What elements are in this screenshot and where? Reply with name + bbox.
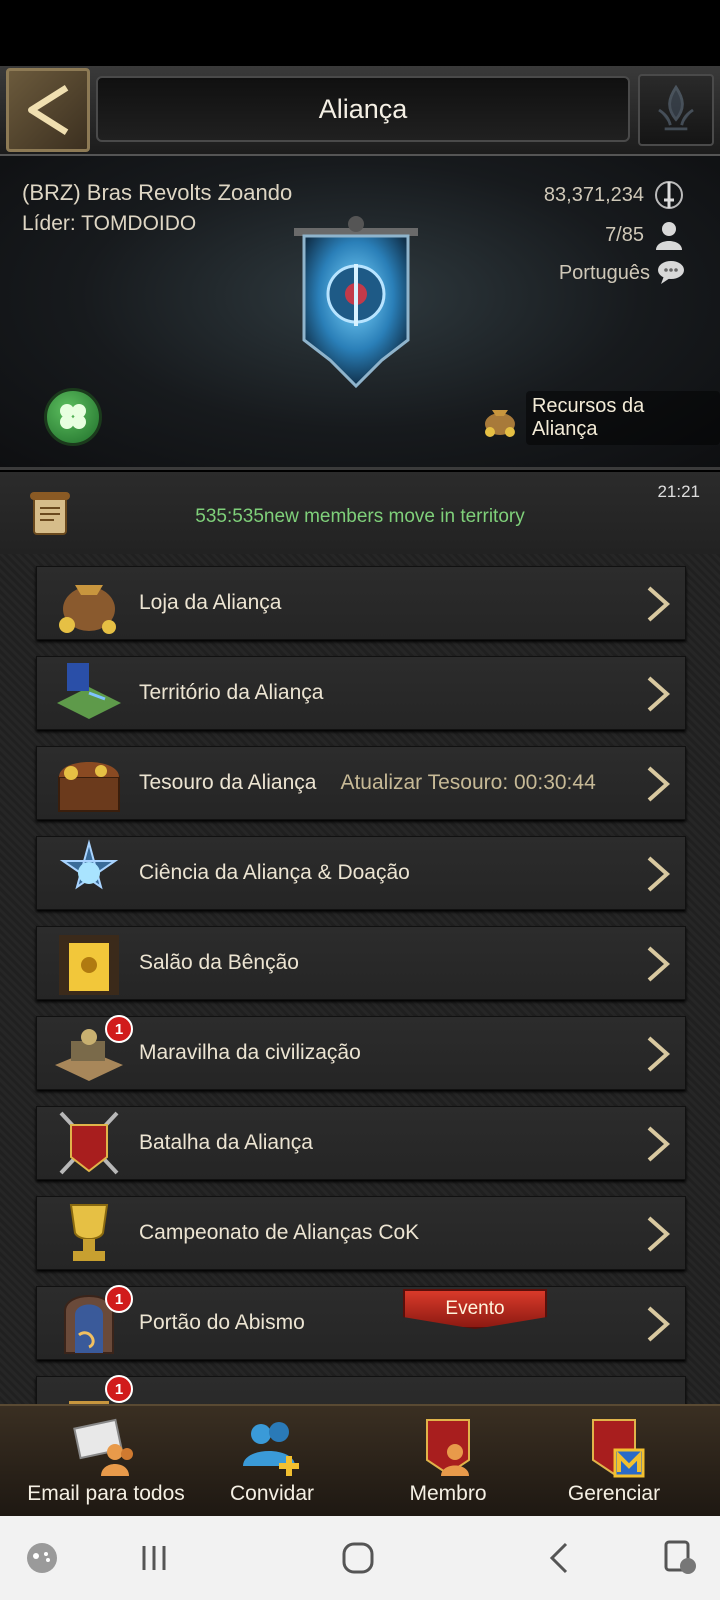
menu-item-alliance-science[interactable]: Ciência da Aliança & Doação: [36, 836, 686, 910]
tab-label: Gerenciar: [567, 1482, 661, 1505]
territory-map-icon: [49, 657, 129, 729]
menu-item-partial[interactable]: 1: [36, 1375, 686, 1404]
emblem-button[interactable]: [638, 74, 714, 146]
status-bar: [0, 0, 720, 66]
resource-sack-icon: [484, 410, 515, 437]
accessibility-button[interactable]: [660, 1538, 700, 1578]
menu-item-alliance-treasure[interactable]: Tesouro da Aliança Atualizar Tesouro: 00…: [36, 746, 686, 820]
menu-item-civilization-wonder[interactable]: 1 Maravilha da civilização: [36, 1015, 686, 1090]
power-stat: 83,371,234: [544, 178, 686, 212]
alliance-resources-label: Recursos da Aliança: [525, 391, 720, 445]
alliance-banner-icon[interactable]: [286, 210, 426, 400]
member-icon: [413, 1416, 483, 1478]
alliance-resources-button[interactable]: Recursos da Aliança: [480, 391, 720, 445]
chevron-right-icon: [647, 946, 671, 982]
menu-label: Ciência da Aliança & Doação: [139, 861, 410, 884]
menu-label: Tesouro da Aliança: [139, 771, 317, 794]
gamepad-icon: [27, 1543, 57, 1573]
menu-item-cok-championship[interactable]: Campeonato de Alianças CoK: [36, 1196, 686, 1270]
home-icon: [342, 1542, 374, 1574]
manage-icon: [579, 1416, 649, 1478]
back-button[interactable]: [6, 68, 90, 152]
sword-power-icon: [655, 181, 683, 209]
chevron-right-icon: [647, 766, 671, 802]
members-value: 7/85: [605, 223, 644, 246]
chevron-right-icon: [647, 1216, 671, 1252]
tab-label: Membro: [409, 1482, 487, 1505]
alliance-menu: Loja da Aliança Território da Aliança Te…: [0, 554, 720, 1404]
recents-icon: [142, 1546, 166, 1570]
chevron-right-icon: [647, 1126, 671, 1162]
menu-label: Batalha da Aliança: [139, 1131, 313, 1154]
chat-bubble-icon: [658, 261, 684, 284]
recents-button[interactable]: [134, 1538, 174, 1578]
partial-item-icon: 1: [49, 1375, 133, 1404]
system-nav-bar: [0, 1516, 720, 1600]
abyss-gate-icon: 1: [49, 1285, 133, 1359]
back-nav-icon: [549, 1542, 568, 1574]
trophy-icon: [49, 1197, 129, 1269]
members-stat: 7/85: [605, 218, 686, 252]
menu-label: Salão da Bênção: [139, 951, 299, 974]
title-bar: Aliança: [0, 66, 720, 156]
chevron-right-icon: [647, 1036, 671, 1072]
clover-icon: [60, 404, 86, 429]
alliance-leader: Líder: TOMDOIDO: [22, 212, 197, 235]
menu-item-alliance-territory[interactable]: Território da Aliança: [36, 656, 686, 730]
tab-member[interactable]: Membro: [358, 1416, 538, 1516]
language-stat: Português: [559, 256, 690, 290]
treasure-chest-icon: [49, 747, 129, 819]
battle-shield-icon: [49, 1107, 129, 1179]
menu-item-blessing-hall[interactable]: Salão da Bênção: [36, 926, 686, 1000]
alliance-name: (BRZ) Bras Revolts Zoando: [22, 180, 293, 205]
treasure-refresh-timer: Atualizar Tesouro: 00:30:44: [340, 771, 596, 794]
menu-label: Loja da Aliança: [139, 591, 282, 614]
shop-bag-icon: [49, 567, 129, 639]
page-title: Aliança: [318, 93, 408, 124]
person-icon: [656, 222, 682, 250]
science-star-icon: [49, 837, 129, 909]
bottom-tab-bar: Email para todos Convidar Membro Gerenci…: [0, 1404, 720, 1516]
chevron-right-icon: [647, 676, 671, 712]
game-launcher-button[interactable]: [22, 1538, 62, 1578]
tab-label: Email para todos: [27, 1482, 185, 1505]
notification-badge: 1: [105, 1015, 133, 1043]
alliance-header: (BRZ) Bras Revolts Zoando Líder: TOMDOID…: [0, 156, 720, 470]
event-tag: Evento: [403, 1289, 547, 1329]
home-button[interactable]: [338, 1538, 378, 1578]
menu-item-abyss-gate[interactable]: 1 Portão do Abismo Evento: [36, 1285, 686, 1360]
tab-manage[interactable]: Gerenciar: [524, 1416, 704, 1516]
chevron-right-icon: [647, 586, 671, 622]
news-ticker[interactable]: 21:21 535:535new members move in territo…: [0, 472, 720, 554]
menu-label: Portão do Abismo: [139, 1311, 305, 1334]
tab-invite[interactable]: Convidar: [182, 1416, 362, 1516]
menu-item-alliance-shop[interactable]: Loja da Aliança: [36, 566, 686, 640]
tab-label: Convidar: [229, 1482, 315, 1505]
menu-item-alliance-battle[interactable]: Batalha da Aliança: [36, 1106, 686, 1180]
notification-badge: 1: [105, 1375, 133, 1403]
notification-badge: 1: [105, 1285, 133, 1313]
fleur-emblem-icon: [658, 84, 694, 131]
mail-group-icon: [71, 1416, 141, 1478]
menu-label: Maravilha da civilização: [139, 1041, 361, 1064]
chevron-right-icon: [647, 856, 671, 892]
menu-label: Campeonato de Alianças CoK: [139, 1221, 420, 1244]
back-nav-button[interactable]: [540, 1538, 580, 1578]
news-text: 535:535new members move in territory: [195, 506, 525, 527]
language-value: Português: [558, 261, 650, 284]
menu-label: Território da Aliança: [139, 681, 324, 704]
wonder-icon: 1: [49, 1015, 133, 1089]
invite-icon: [237, 1416, 307, 1478]
event-tag-label: Evento: [445, 1298, 505, 1319]
tab-email-all[interactable]: Email para todos: [16, 1416, 196, 1516]
chevron-right-icon: [647, 1306, 671, 1342]
back-arrow-icon: [28, 84, 69, 136]
title-frame: Aliança: [96, 76, 630, 142]
accessibility-icon: [664, 1540, 696, 1574]
power-value: 83,371,234: [543, 183, 644, 206]
news-time: 21:21: [657, 482, 700, 501]
blessing-hall-icon: [49, 927, 129, 999]
clover-button[interactable]: [44, 388, 102, 446]
